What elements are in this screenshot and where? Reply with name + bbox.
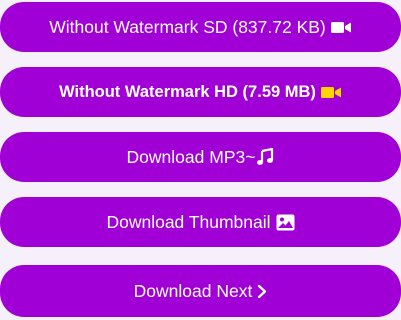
download-mp3-button[interactable]: Download MP3~ bbox=[0, 132, 401, 182]
video-camera-icon bbox=[320, 86, 342, 99]
chevron-right-icon bbox=[257, 284, 267, 299]
image-icon bbox=[276, 214, 295, 231]
download-hd-label: Without Watermark HD (7.59 MB) bbox=[59, 82, 316, 101]
download-sd-label: Without Watermark SD (837.72 KB) bbox=[49, 16, 326, 37]
download-hd-button[interactable]: Without Watermark HD (7.59 MB) bbox=[0, 67, 401, 117]
download-thumbnail-button[interactable]: Download Thumbnail bbox=[0, 197, 401, 247]
download-sd-button[interactable]: Without Watermark SD (837.72 KB) bbox=[0, 2, 401, 52]
video-camera-icon bbox=[330, 21, 352, 34]
download-thumbnail-label: Download Thumbnail bbox=[106, 211, 271, 232]
download-mp3-label: Download MP3~ bbox=[126, 146, 256, 167]
download-next-button[interactable]: Download Next bbox=[0, 265, 401, 317]
download-next-label: Download Next bbox=[133, 280, 253, 301]
music-note-icon bbox=[256, 148, 274, 166]
